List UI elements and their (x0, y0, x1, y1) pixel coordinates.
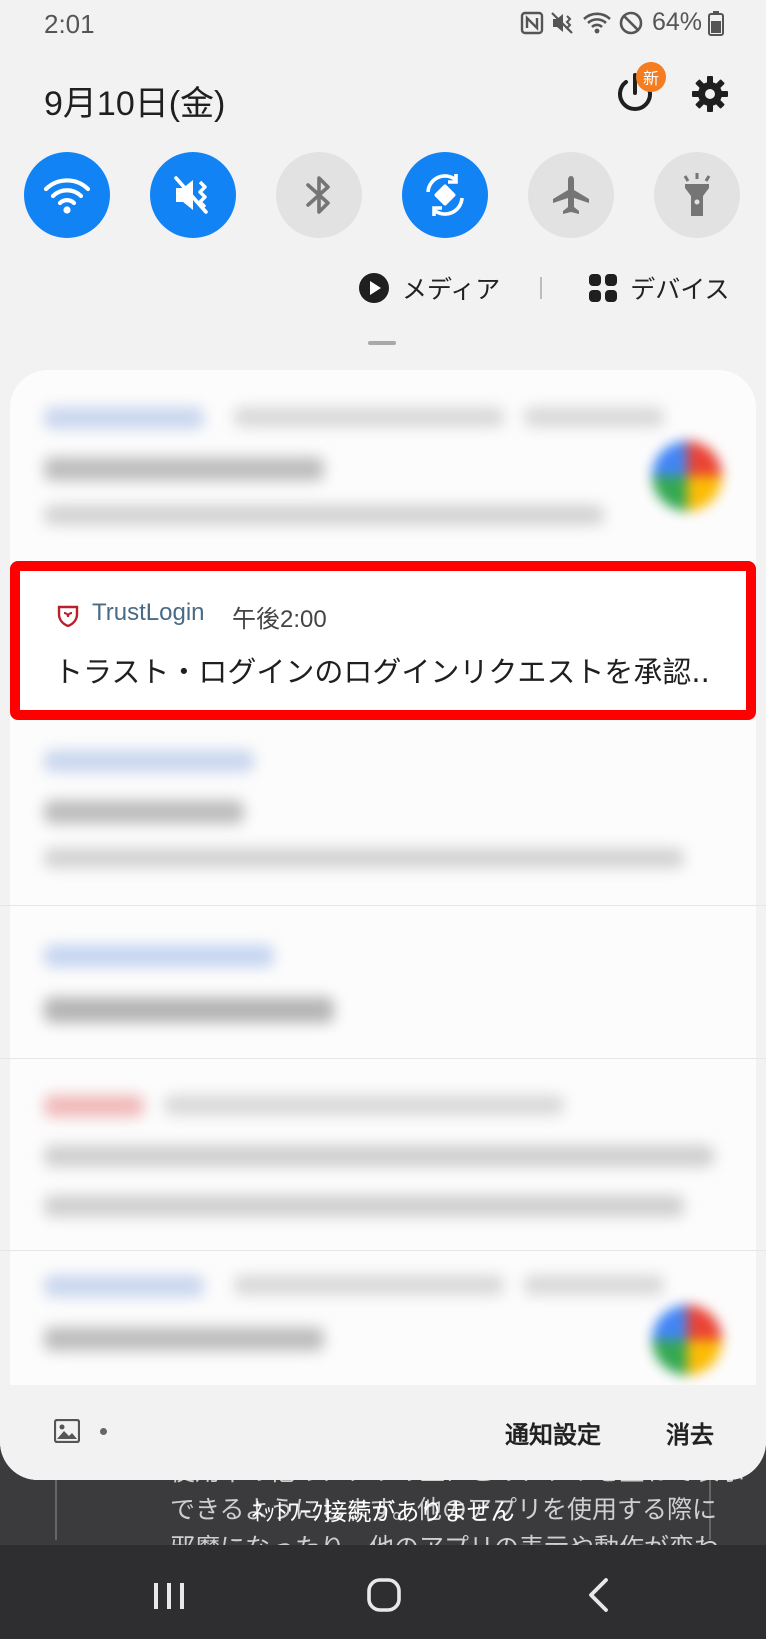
blurred-notification[interactable] (34, 935, 730, 1045)
devices-button[interactable]: デバイス (588, 270, 730, 306)
drag-handle[interactable] (368, 341, 396, 345)
home-icon[interactable] (366, 1577, 402, 1613)
airplane-icon (553, 176, 589, 214)
back-icon[interactable] (586, 1577, 610, 1613)
media-button[interactable]: メディア (358, 270, 500, 306)
bluetooth-icon (306, 176, 330, 214)
toggle-wifi[interactable] (24, 152, 110, 238)
image-icon[interactable] (54, 1419, 80, 1443)
notification-time: 午後2:00 (232, 606, 327, 633)
status-time: 2:01 (44, 9, 95, 39)
wifi-icon (583, 12, 611, 33)
rotate-icon (426, 174, 464, 216)
trustlogin-logo-icon (57, 605, 79, 627)
media-devices-row: メディア デバイス (358, 268, 730, 308)
quick-settings-toggles (24, 152, 744, 240)
navigation-bar (0, 1545, 766, 1639)
wifi-icon (43, 178, 91, 214)
media-label: メディア (402, 275, 501, 304)
gear-icon[interactable] (690, 74, 730, 114)
blurred-notification[interactable] (34, 395, 730, 535)
network-toast: ﾈｯﾄﾜｰｸ接続がありません (251, 1499, 515, 1526)
status-icons: 64% (520, 8, 724, 37)
toggle-flashlight[interactable] (654, 152, 740, 238)
battery-icon (708, 10, 724, 36)
new-badge: 新 (636, 62, 666, 92)
trustlogin-notification[interactable]: TrustLogin 午後2:00 トラスト・ログインのログインリクエストを承認… (10, 561, 756, 720)
date-label: 9月10日(金) (44, 85, 226, 123)
recents-icon[interactable] (152, 1581, 186, 1611)
toggle-auto-rotate[interactable] (402, 152, 488, 238)
blurred-notification[interactable] (34, 1265, 730, 1385)
devices-label: デバイス (630, 275, 730, 304)
nfc-icon (520, 11, 544, 34)
page-indicator-dot (100, 1428, 107, 1435)
clear-all-button[interactable]: 消去 (666, 1415, 714, 1450)
blurred-notification[interactable] (34, 740, 730, 890)
mute-vibrate-icon (174, 176, 208, 214)
play-circle-icon (359, 273, 389, 303)
notification-shade: 2:01 64% 9月10日(金) 新 メディア デバイス TrustLogin… (0, 0, 766, 1480)
notification-app-name: TrustLogin (92, 599, 205, 626)
notification-divider (0, 1250, 766, 1251)
notification-message: トラスト・ログインのログインリクエストを承認.. (54, 655, 710, 689)
do-not-disturb-icon (619, 11, 643, 34)
toggle-sound-mute[interactable] (150, 152, 236, 238)
flashlight-icon (683, 173, 711, 216)
vibrate-mute-icon (551, 11, 573, 34)
notification-settings-button[interactable]: 通知設定 (505, 1415, 601, 1450)
status-bar: 2:01 64% (0, 0, 766, 50)
notification-divider (0, 1058, 766, 1059)
blurred-notification[interactable] (34, 1085, 730, 1235)
notification-footer: 通知設定 消去 (0, 1385, 766, 1480)
toggle-bluetooth[interactable] (276, 152, 362, 238)
toggle-airplane-mode[interactable] (528, 152, 614, 238)
devices-grid-icon (589, 274, 618, 302)
notification-divider (0, 905, 766, 906)
battery-percent: 64% (651, 8, 702, 36)
media-divider (540, 277, 543, 299)
